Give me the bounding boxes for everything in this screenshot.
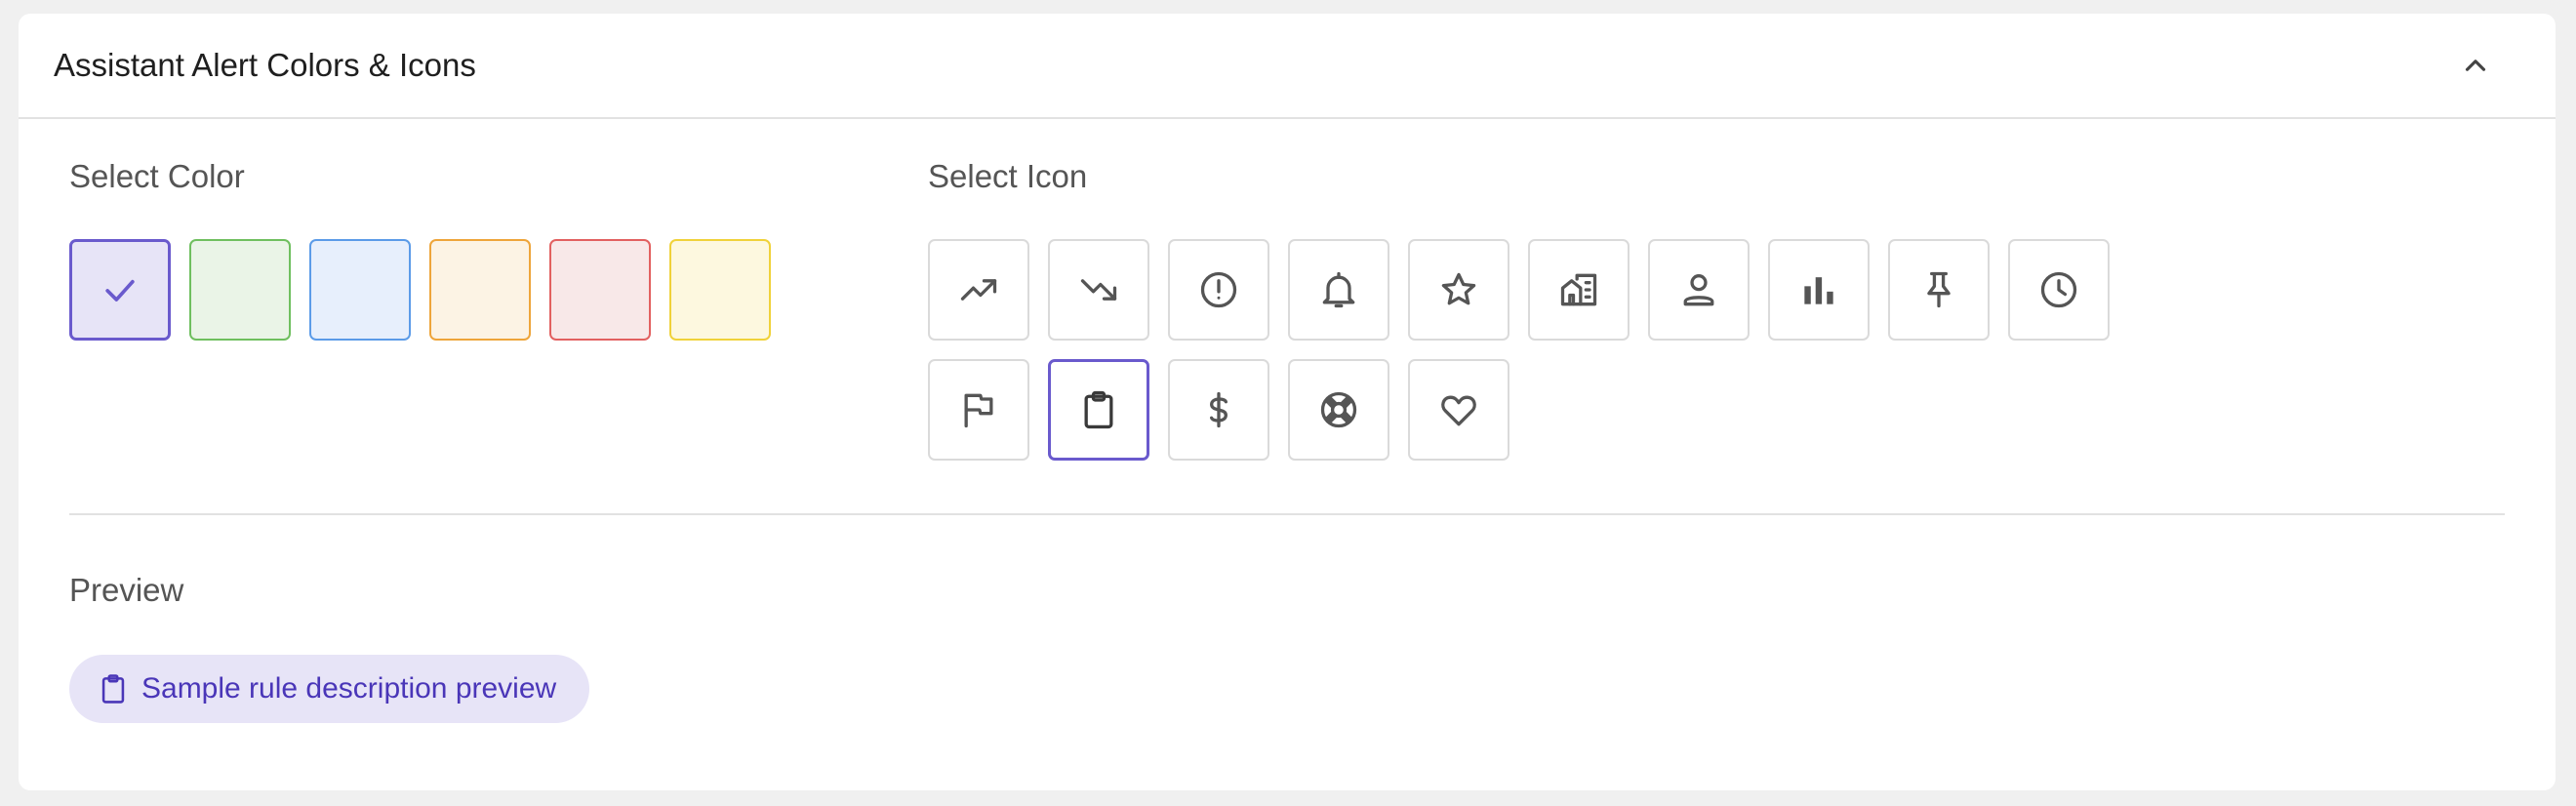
preview-chip: Sample rule description preview — [69, 655, 590, 723]
alert-settings-panel: Assistant Alert Colors & Icons Select Co… — [19, 14, 2556, 790]
buildings-icon — [1560, 273, 1597, 306]
clipboard-icon — [97, 672, 141, 705]
heart-icon — [1441, 395, 1476, 426]
trending-up-icon — [960, 279, 997, 301]
icon-option-clock[interactable] — [2008, 239, 2110, 341]
preview-label: Preview — [69, 572, 184, 608]
clipboard-icon — [1084, 390, 1113, 429]
dollar-icon — [1210, 391, 1228, 428]
collapse-button[interactable] — [2444, 34, 2507, 97]
icon-option-alert-circle[interactable] — [1168, 239, 1269, 341]
panel-title: Assistant Alert Colors & Icons — [54, 47, 476, 83]
icon-option-bell[interactable] — [1288, 239, 1389, 341]
icon-option-flag[interactable] — [928, 359, 1029, 461]
trending-down-icon — [1080, 279, 1117, 301]
icon-option-clipboard[interactable] — [1048, 359, 1149, 461]
alert-circle-icon — [1200, 271, 1237, 308]
select-icon-label: Select Icon — [928, 158, 1088, 194]
icon-option-pin[interactable] — [1888, 239, 1990, 341]
section-divider — [69, 513, 2505, 515]
panel-header[interactable]: Assistant Alert Colors & Icons — [19, 14, 2556, 119]
color-swatch-purple[interactable] — [69, 239, 171, 341]
bell-icon — [1322, 271, 1355, 308]
icon-option-star[interactable] — [1408, 239, 1509, 341]
preview-chip-text: Sample rule description preview — [141, 672, 557, 705]
color-swatch-yellow[interactable] — [669, 239, 771, 341]
person-icon — [1683, 274, 1714, 306]
icon-option-heart[interactable] — [1408, 359, 1509, 461]
bar-chart-icon — [1804, 277, 1833, 304]
icon-option-dollar[interactable] — [1168, 359, 1269, 461]
icon-option-person[interactable] — [1648, 239, 1750, 341]
chevron-up-icon — [2465, 60, 2486, 71]
flag-icon — [964, 393, 993, 428]
icon-option-bar-chart[interactable] — [1768, 239, 1870, 341]
icon-option-trending-down[interactable] — [1048, 239, 1149, 341]
lifebuoy-icon — [1320, 391, 1357, 428]
icon-option-trending-up[interactable] — [928, 239, 1029, 341]
color-swatch-green[interactable] — [189, 239, 291, 341]
color-swatch-red[interactable] — [549, 239, 651, 341]
icon-option-lifebuoy[interactable] — [1288, 359, 1389, 461]
star-icon — [1441, 272, 1476, 305]
color-swatch-orange[interactable] — [429, 239, 531, 341]
color-swatch-blue[interactable] — [309, 239, 411, 341]
icon-option-buildings[interactable] — [1528, 239, 1630, 341]
clock-icon — [2040, 271, 2077, 308]
pin-icon — [1927, 271, 1951, 308]
select-color-label: Select Color — [69, 158, 245, 194]
check-icon — [105, 279, 135, 302]
